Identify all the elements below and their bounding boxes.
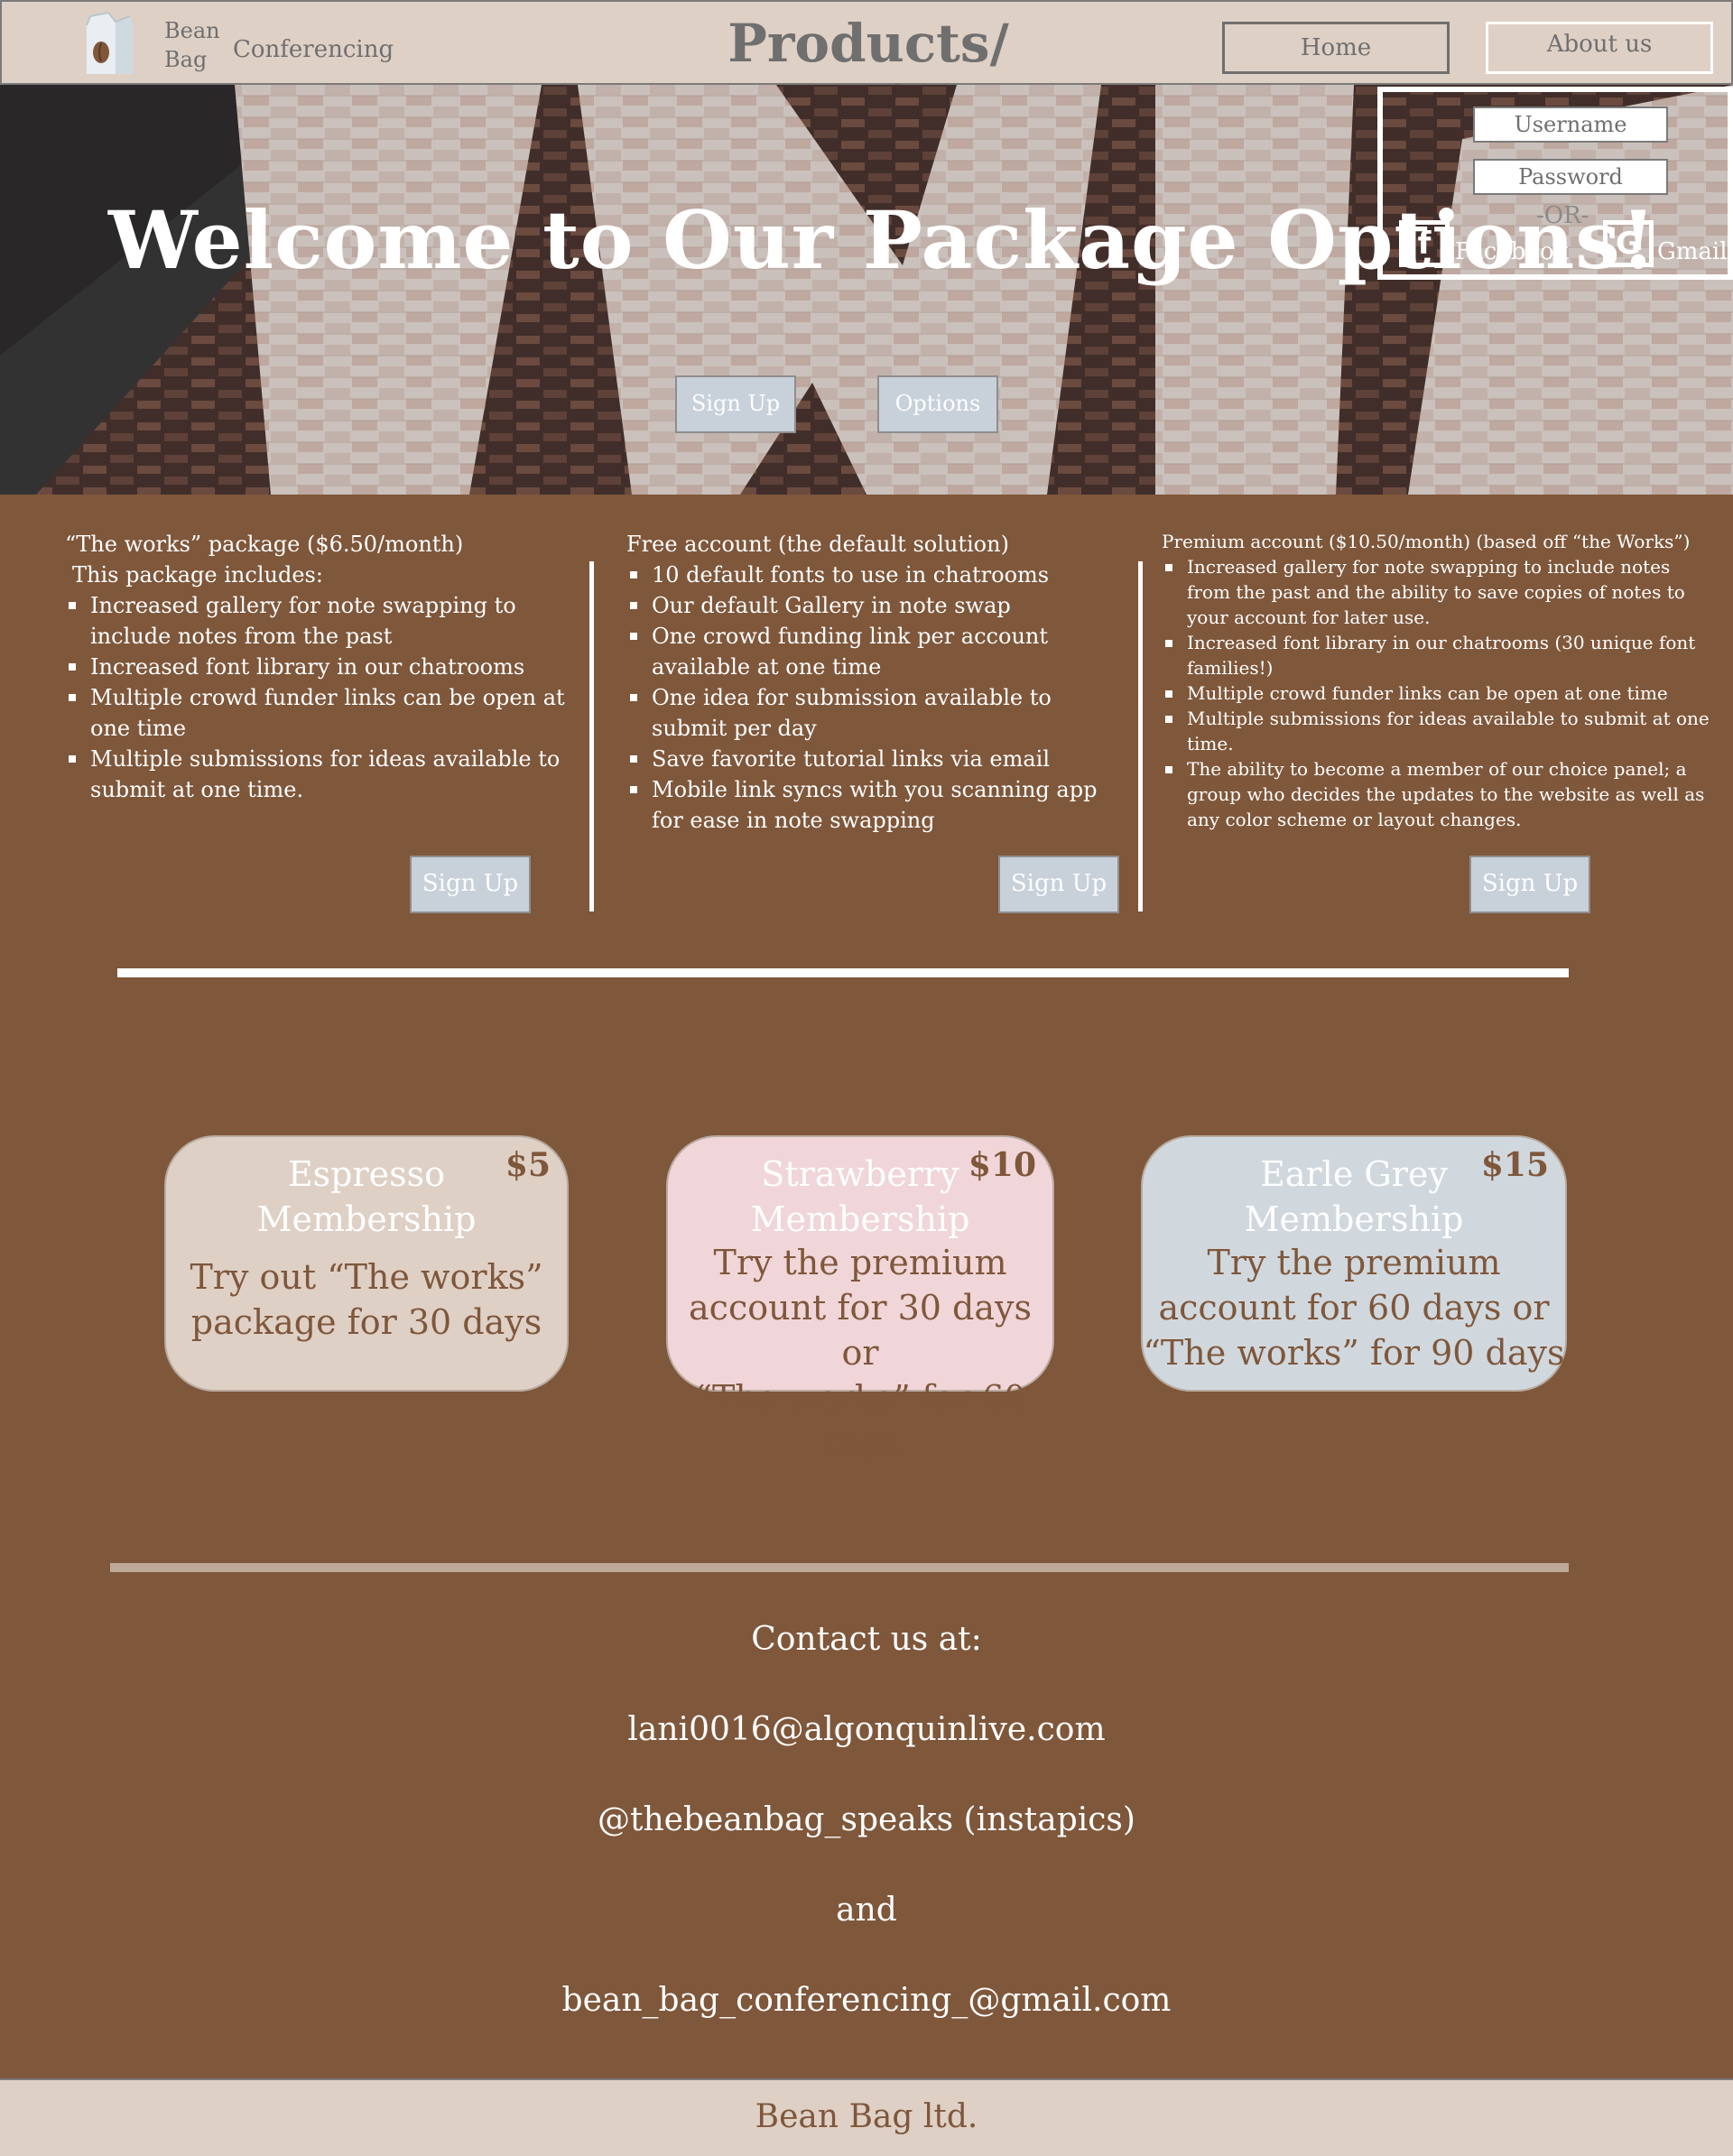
package-feature: 10 default fonts to use in chatrooms bbox=[626, 560, 1132, 590]
membership-description: Try the premium account for 60 days or “… bbox=[1143, 1240, 1565, 1375]
contact-gmail-link[interactable]: bean_bag_conferencing_@gmail.com bbox=[0, 1982, 1733, 2019]
membership-description: Try the premium account for 30 days or “… bbox=[668, 1240, 1052, 1466]
brand-name-line2: Bag bbox=[164, 47, 208, 72]
login-panel: Username Password -OR- f Facebook G Gmai… bbox=[1377, 87, 1733, 280]
package-feature: Multiple crowd funder links can be open … bbox=[65, 682, 570, 744]
footer-copyright: Bean Bag ltd. bbox=[755, 2098, 978, 2135]
membership-price: $5 bbox=[505, 1146, 551, 1184]
membership-description-line: account for 30 days or bbox=[689, 1288, 1032, 1373]
package-feature: The ability to become a member of our ch… bbox=[1162, 756, 1716, 832]
contact-instagram-link[interactable]: @thebeanbag_speaks (instapics) bbox=[0, 1801, 1733, 1838]
package-feature: Increased font library in our chatrooms bbox=[65, 652, 570, 682]
or-separator: -OR- bbox=[1536, 202, 1589, 229]
gmail-icon[interactable]: G bbox=[1603, 220, 1654, 267]
membership-description-line: Try out “The works” bbox=[190, 1257, 543, 1297]
works-signup-button[interactable]: Sign Up bbox=[410, 856, 531, 913]
package-feature: One idea for submission available to sub… bbox=[626, 682, 1132, 744]
package-premium: Premium account ($10.50/month) (based of… bbox=[1162, 529, 1716, 832]
free-signup-button[interactable]: Sign Up bbox=[998, 856, 1119, 913]
package-feature: Increased gallery for note swapping to i… bbox=[65, 590, 570, 652]
package-feature: Increased font library in our chatrooms … bbox=[1162, 630, 1716, 680]
contact-and-text: and bbox=[836, 1892, 897, 1929]
package-feature: Our default Gallery in note swap bbox=[626, 590, 1132, 621]
hero-options-button[interactable]: Options bbox=[877, 375, 998, 433]
membership-card-earle-grey[interactable]: Earle Grey Membership $15 Try the premiu… bbox=[1141, 1135, 1567, 1392]
facebook-icon[interactable]: f bbox=[1399, 220, 1450, 267]
username-input[interactable]: Username bbox=[1473, 106, 1668, 143]
package-feature: Multiple submissions for ideas available… bbox=[65, 744, 570, 805]
membership-description-line: account for 60 days or bbox=[1158, 1288, 1550, 1328]
package-feature: Save favorite tutorial links via email bbox=[626, 744, 1132, 774]
membership-name-line: Membership bbox=[256, 1199, 477, 1239]
package-feature-list: Increased gallery for note swapping to i… bbox=[65, 590, 570, 805]
premium-signup-button[interactable]: Sign Up bbox=[1469, 856, 1590, 913]
package-feature: Multiple submissions for ideas available… bbox=[1162, 706, 1716, 756]
contact-email-link[interactable]: lani0016@algonquinlive.com bbox=[0, 1711, 1733, 1748]
package-feature: Mobile link syncs with you scanning app … bbox=[626, 774, 1132, 836]
site-header: Bean Bag Conferencing Products/ Location… bbox=[0, 0, 1733, 135]
membership-description: Try out “The works” package for 30 days bbox=[166, 1254, 567, 1345]
membership-price: $10 bbox=[968, 1146, 1036, 1184]
column-divider bbox=[1138, 561, 1143, 911]
contact-title: Contact us at: bbox=[751, 1621, 982, 1658]
password-input[interactable]: Password bbox=[1473, 159, 1668, 195]
column-divider bbox=[589, 561, 594, 911]
membership-name-line: Membership bbox=[1244, 1199, 1464, 1239]
brand-name-line1: Bean bbox=[164, 18, 220, 43]
brand-name-line3: Conferencing bbox=[233, 36, 394, 63]
package-title: “The works” package ($6.50/month) bbox=[65, 532, 464, 557]
package-feature: Multiple crowd funder links can be open … bbox=[1162, 680, 1716, 706]
section-divider bbox=[110, 1563, 1569, 1572]
package-free: Free account (the default solution) 10 d… bbox=[626, 529, 1132, 836]
package-feature-list: 10 default fonts to use in chatrooms Our… bbox=[626, 560, 1132, 836]
package-works: “The works” package ($6.50/month) This p… bbox=[65, 529, 570, 805]
gmail-login-link[interactable]: Gmail bbox=[1657, 238, 1728, 265]
membership-description-line: “The works” for 60 days bbox=[694, 1378, 1026, 1463]
nav-about-button[interactable]: About us bbox=[1486, 22, 1713, 74]
membership-description-line: “The works” for 90 days bbox=[1143, 1333, 1565, 1373]
site-footer: Bean Bag ltd. bbox=[0, 2078, 1733, 2156]
package-feature: One crowd funding link per account avail… bbox=[626, 621, 1132, 682]
membership-description-line: Try the premium bbox=[1207, 1243, 1501, 1282]
membership-card-strawberry[interactable]: Strawberry Membership $10 Try the premiu… bbox=[666, 1135, 1054, 1463]
package-intro: This package includes: bbox=[72, 562, 323, 588]
package-title: Free account (the default solution) bbox=[626, 532, 1009, 557]
membership-card-espresso[interactable]: Espresso Membership $5 Try out “The work… bbox=[164, 1135, 569, 1392]
membership-description-line: Try the premium bbox=[713, 1243, 1007, 1282]
membership-description-line: package for 30 days bbox=[190, 1302, 542, 1342]
nav-home-button[interactable]: Home bbox=[1222, 22, 1450, 74]
section-divider bbox=[117, 968, 1569, 977]
membership-name-line: Membership bbox=[750, 1199, 970, 1239]
bean-bag-logo-icon[interactable] bbox=[81, 11, 139, 78]
package-feature-list: Increased gallery for note swapping to i… bbox=[1162, 554, 1716, 832]
package-title: Premium account ($10.50/month) (based of… bbox=[1162, 531, 1691, 552]
membership-price: $15 bbox=[1480, 1146, 1549, 1184]
package-feature: Increased gallery for note swapping to i… bbox=[1162, 554, 1716, 630]
facebook-login-link[interactable]: Facebook bbox=[1455, 238, 1568, 265]
hero-signup-button[interactable]: Sign Up bbox=[675, 375, 796, 433]
